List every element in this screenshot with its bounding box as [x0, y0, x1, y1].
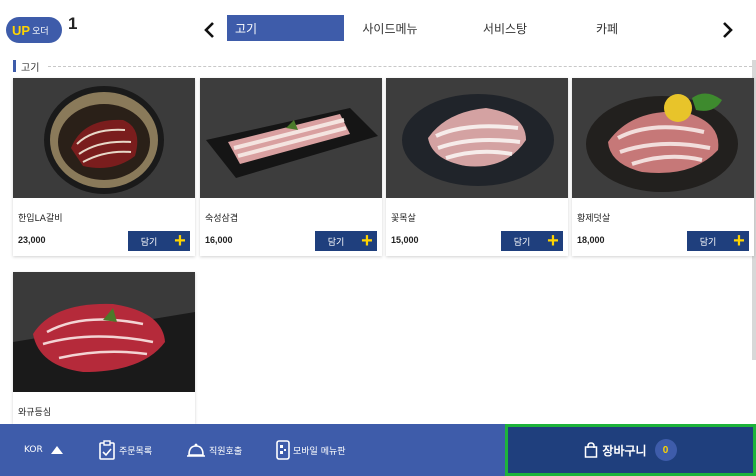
call-staff-label: 직원호출: [209, 446, 243, 457]
plus-icon: +: [357, 231, 377, 251]
la-galbi-photo: [13, 78, 195, 198]
prev-category-button[interactable]: [197, 18, 221, 42]
product-name: 한입LA갈비: [18, 214, 63, 224]
add-to-cart-button[interactable]: 담기 +: [501, 231, 563, 251]
add-button-label: 담기: [140, 237, 158, 248]
add-button-label: 담기: [699, 237, 717, 248]
plus-icon: +: [543, 231, 563, 251]
product-price: 23,000: [18, 235, 46, 245]
plus-icon: +: [170, 231, 190, 251]
tab-meat[interactable]: 고기: [227, 15, 344, 41]
pork-belly-photo: [200, 78, 382, 198]
product-name: 와규등심: [18, 408, 52, 418]
logo-up-text: UP: [12, 22, 31, 38]
section-marker: [13, 60, 16, 72]
add-to-cart-button[interactable]: 담기 +: [687, 231, 749, 251]
logo-order-text: 오더: [32, 26, 49, 37]
section-title: 고기: [21, 63, 40, 74]
product-card[interactable]: 숙성삼겹 16,000 담기 +: [200, 78, 382, 256]
tab-service-soup[interactable]: 서비스탕: [470, 15, 540, 41]
tab-cafe[interactable]: 카페: [582, 15, 632, 41]
wagyu-sirloin-photo: [13, 272, 195, 392]
clipboard-icon: [99, 440, 115, 460]
product-price: 18,000: [577, 235, 605, 245]
product-card[interactable]: 꽃목살 15,000 담기 +: [386, 78, 568, 256]
language-label: KOR: [24, 445, 43, 455]
app-logo: UP 오더: [6, 17, 62, 43]
order-list-label: 주문목록: [119, 446, 153, 457]
chevron-right-icon: [723, 22, 733, 38]
tab-side-menu[interactable]: 사이드메뉴: [350, 15, 430, 41]
product-name: 숙성삼겹: [205, 214, 239, 224]
shopping-bag-icon: [585, 442, 598, 458]
product-card[interactable]: 황제덧살 18,000 담기 +: [572, 78, 754, 256]
add-button-label: 담기: [327, 237, 345, 248]
caret-up-icon: [50, 446, 63, 454]
product-card[interactable]: 와규등심: [13, 272, 195, 424]
pork-special-photo: [572, 78, 754, 198]
cart-count-badge: 0: [654, 439, 677, 461]
section-divider: [48, 66, 752, 67]
plus-icon: +: [729, 231, 749, 251]
product-name: 꽃목살: [391, 214, 416, 224]
add-to-cart-button[interactable]: 담기 +: [315, 231, 377, 251]
chevron-left-icon: [204, 22, 214, 38]
cart-button[interactable]: 장바구니 0: [505, 424, 756, 476]
qr-phone-icon: [276, 440, 290, 460]
header: UP 오더 1 고기 사이드메뉴 서비스탕 카페: [0, 0, 756, 56]
product-price: 16,000: [205, 235, 233, 245]
mobile-menu-button[interactable]: 모바일 메뉴판: [276, 424, 346, 476]
pork-neck-photo: [386, 78, 568, 198]
order-list-button[interactable]: 주문목록: [98, 424, 152, 476]
language-selector[interactable]: KOR: [24, 424, 63, 476]
cart-label: 장바구니: [602, 443, 647, 458]
next-category-button[interactable]: [716, 18, 740, 42]
bell-icon: [187, 443, 205, 457]
product-price: 15,000: [391, 235, 419, 245]
product-name: 황제덧살: [577, 214, 611, 224]
mobile-menu-label: 모바일 메뉴판: [293, 446, 346, 457]
add-button-label: 담기: [513, 237, 531, 248]
product-card[interactable]: 한입LA갈비 23,000 담기 +: [13, 78, 195, 256]
table-number: 1: [68, 14, 78, 33]
add-to-cart-button[interactable]: 담기 +: [128, 231, 190, 251]
call-staff-button[interactable]: 직원호출: [186, 424, 242, 476]
